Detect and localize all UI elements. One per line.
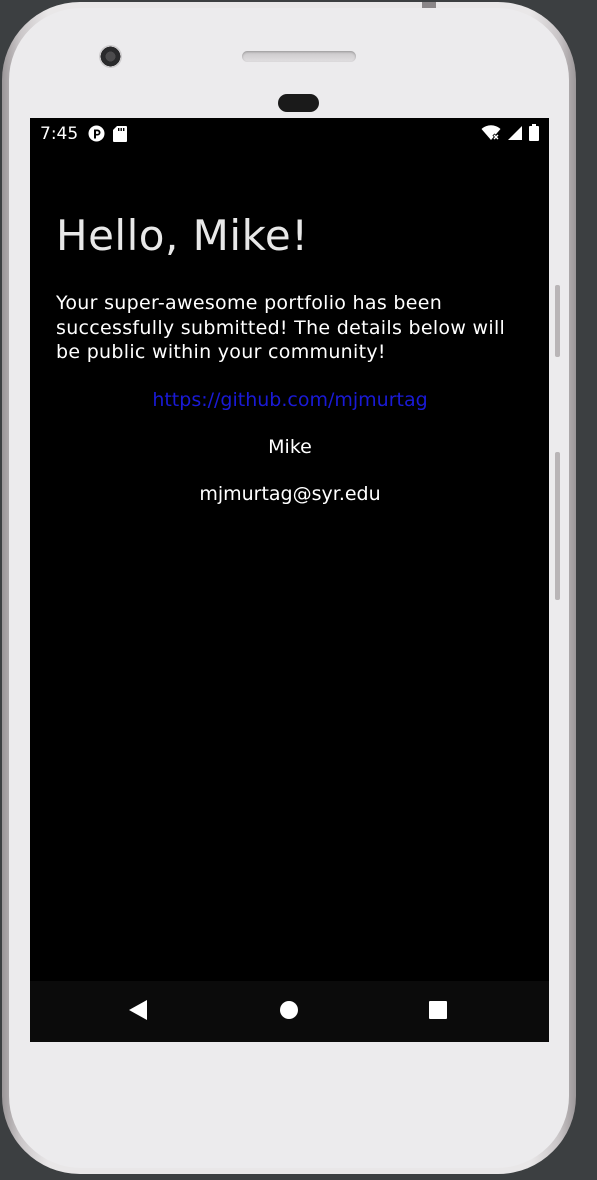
- sd-card-icon: [113, 125, 127, 146]
- home-icon: [279, 1000, 299, 1024]
- recents-icon: [428, 1000, 448, 1024]
- user-name: Mike: [268, 435, 312, 458]
- proximity-sensor: [278, 94, 319, 112]
- battery-icon: [529, 124, 539, 145]
- cell-signal-icon: [507, 125, 523, 145]
- back-icon: [128, 999, 148, 1025]
- front-camera: [99, 45, 122, 68]
- navigation-bar: [30, 981, 549, 1042]
- github-link[interactable]: https://github.com/mjmurtag: [56, 388, 524, 412]
- phone-screen: 7:45 Hello, Mike! Your super-awesome por…: [30, 118, 549, 1042]
- status-time: 7:45: [40, 124, 79, 144]
- status-right-icons: [481, 124, 539, 145]
- speaker-grill: [242, 51, 356, 62]
- status-left-icons: [88, 125, 127, 146]
- page-title: Hello, Mike!: [56, 211, 309, 260]
- home-button[interactable]: [277, 1000, 301, 1024]
- submission-message: Your super-awesome portfolio has been su…: [56, 292, 506, 363]
- power-button[interactable]: [555, 285, 560, 357]
- recents-button[interactable]: [426, 1000, 450, 1024]
- main-content: Hello, Mike! Your super-awesome portfoli…: [56, 206, 526, 506]
- user-email: mjmurtag@syr.edu: [199, 482, 381, 505]
- app-notification-icon: [88, 125, 105, 146]
- back-button[interactable]: [126, 1000, 150, 1024]
- volume-button[interactable]: [555, 452, 560, 600]
- status-bar: 7:45: [30, 118, 549, 148]
- wifi-icon: [481, 124, 501, 145]
